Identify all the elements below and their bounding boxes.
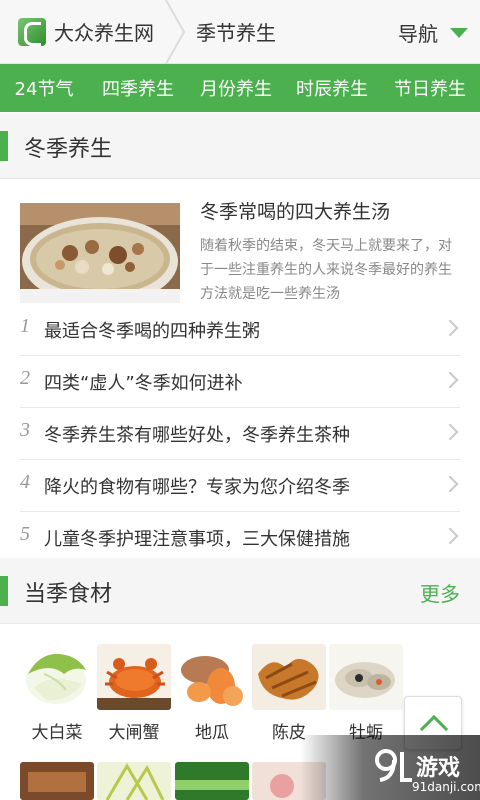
watermark-domain: 91danji.com — [412, 780, 480, 794]
ingredient-thumb[interactable] — [175, 762, 249, 800]
list-item-title: 四类“虚人”冬季如何进补 — [44, 373, 243, 394]
chevron-right-icon — [441, 423, 459, 441]
winter-section-title: 冬季养生 — [24, 137, 113, 162]
featured-article-desc: 随着秋季的结束，冬天马上就要来了，对于一些注重养生的人来说冬季最好的养生方法就是… — [200, 238, 452, 302]
chevron-right-icon — [441, 371, 459, 389]
chinese-cabbage-image — [20, 644, 94, 710]
list-item[interactable]: 3 冬季养生茶有哪些好处，冬季养生茶种 — [20, 408, 460, 460]
winter-article-list: 1 最适合冬季喝的四种养生粥 2 四类“虚人”冬季如何进补 3 冬季养生茶有哪些… — [20, 304, 460, 564]
category-tab-four-seasons[interactable]: 四季养生 — [88, 75, 188, 101]
breadcrumb-separator-icon — [160, 0, 190, 64]
winter-section-header: 冬季养生 — [0, 113, 480, 179]
list-item[interactable]: 5 儿童冬季护理注意事项，三大保健措施 — [20, 512, 460, 564]
list-item-number: 2 — [20, 367, 30, 389]
ingredients-more-link[interactable]: 更多 — [420, 578, 460, 607]
dried-tangerine-peel-image — [252, 644, 326, 710]
ingredient-item-sweet-potato[interactable]: 地瓜 — [175, 644, 249, 743]
chevron-right-icon — [441, 475, 459, 493]
watermark-logo-icon — [374, 748, 414, 784]
ingredient-thumb[interactable] — [20, 762, 94, 800]
ingredient-item-cabbage[interactable]: 大白菜 — [20, 644, 94, 743]
list-item-number: 1 — [20, 315, 30, 337]
ingredient-item-oyster[interactable]: 牡蛎 — [329, 644, 403, 743]
soup-bowl-image[interactable] — [20, 203, 180, 303]
hairy-crab-image — [97, 644, 171, 710]
ingredients-section-title: 当季食材 — [24, 582, 113, 607]
ingredient-label: 地瓜 — [195, 723, 229, 743]
ingredient-item-crab[interactable]: 大闸蟹 — [97, 644, 171, 743]
sweet-potato-image — [175, 644, 249, 710]
category-tab-hourly[interactable]: 时辰养生 — [284, 75, 380, 101]
site-logo-icon[interactable] — [18, 18, 46, 46]
ingredient-item-tangerine-peel[interactable]: 陈皮 — [252, 644, 326, 743]
category-tab-monthly[interactable]: 月份养生 — [188, 75, 284, 101]
site-name[interactable]: 大众养生网 — [54, 17, 154, 46]
list-item-title: 冬季养生茶有哪些好处，冬季养生茶种 — [44, 425, 350, 446]
list-item[interactable]: 4 降火的食物有哪些？专家为您介绍冬季 — [20, 460, 460, 512]
watermark-brand: 游戏 — [416, 756, 461, 781]
nav-menu-button[interactable]: 导航 — [398, 17, 468, 47]
list-item-title: 最适合冬季喝的四种养生粥 — [44, 321, 260, 342]
list-item[interactable]: 2 四类“虚人”冬季如何进补 — [20, 356, 460, 408]
ingredient-label: 大白菜 — [31, 723, 83, 743]
list-item-number: 5 — [20, 523, 30, 545]
featured-article-title[interactable]: 冬季常喝的四大养生汤 — [200, 197, 390, 224]
chevron-right-icon — [441, 319, 459, 337]
list-item-number: 4 — [20, 471, 30, 493]
category-tab-solar-terms[interactable]: 24节气 — [0, 75, 88, 101]
chevron-right-icon — [441, 527, 459, 545]
category-bar: 24节气 四季养生 月份养生 时辰养生 节日养生 — [0, 64, 480, 112]
list-item-title: 儿童冬季护理注意事项，三大保健措施 — [44, 529, 350, 550]
breadcrumb-current-section: 季节养生 — [196, 21, 276, 45]
list-item-title: 降火的食物有哪些？专家为您介绍冬季 — [44, 477, 350, 498]
ingredient-thumb[interactable] — [97, 762, 171, 800]
oyster-image — [329, 644, 403, 710]
section-accent-bar — [0, 131, 8, 161]
category-tab-festival[interactable]: 节日养生 — [380, 75, 480, 101]
nav-menu-label: 导航 — [398, 21, 438, 46]
list-item-number: 3 — [20, 419, 30, 441]
ingredients-section-header: 当季食材 更多 — [0, 558, 480, 624]
ingredient-label: 大闸蟹 — [108, 723, 160, 743]
top-header: 大众养生网 季节养生 导航 — [0, 0, 480, 64]
triangle-down-icon — [450, 28, 468, 38]
section-accent-bar — [0, 576, 8, 606]
list-item[interactable]: 1 最适合冬季喝的四种养生粥 — [20, 304, 460, 356]
